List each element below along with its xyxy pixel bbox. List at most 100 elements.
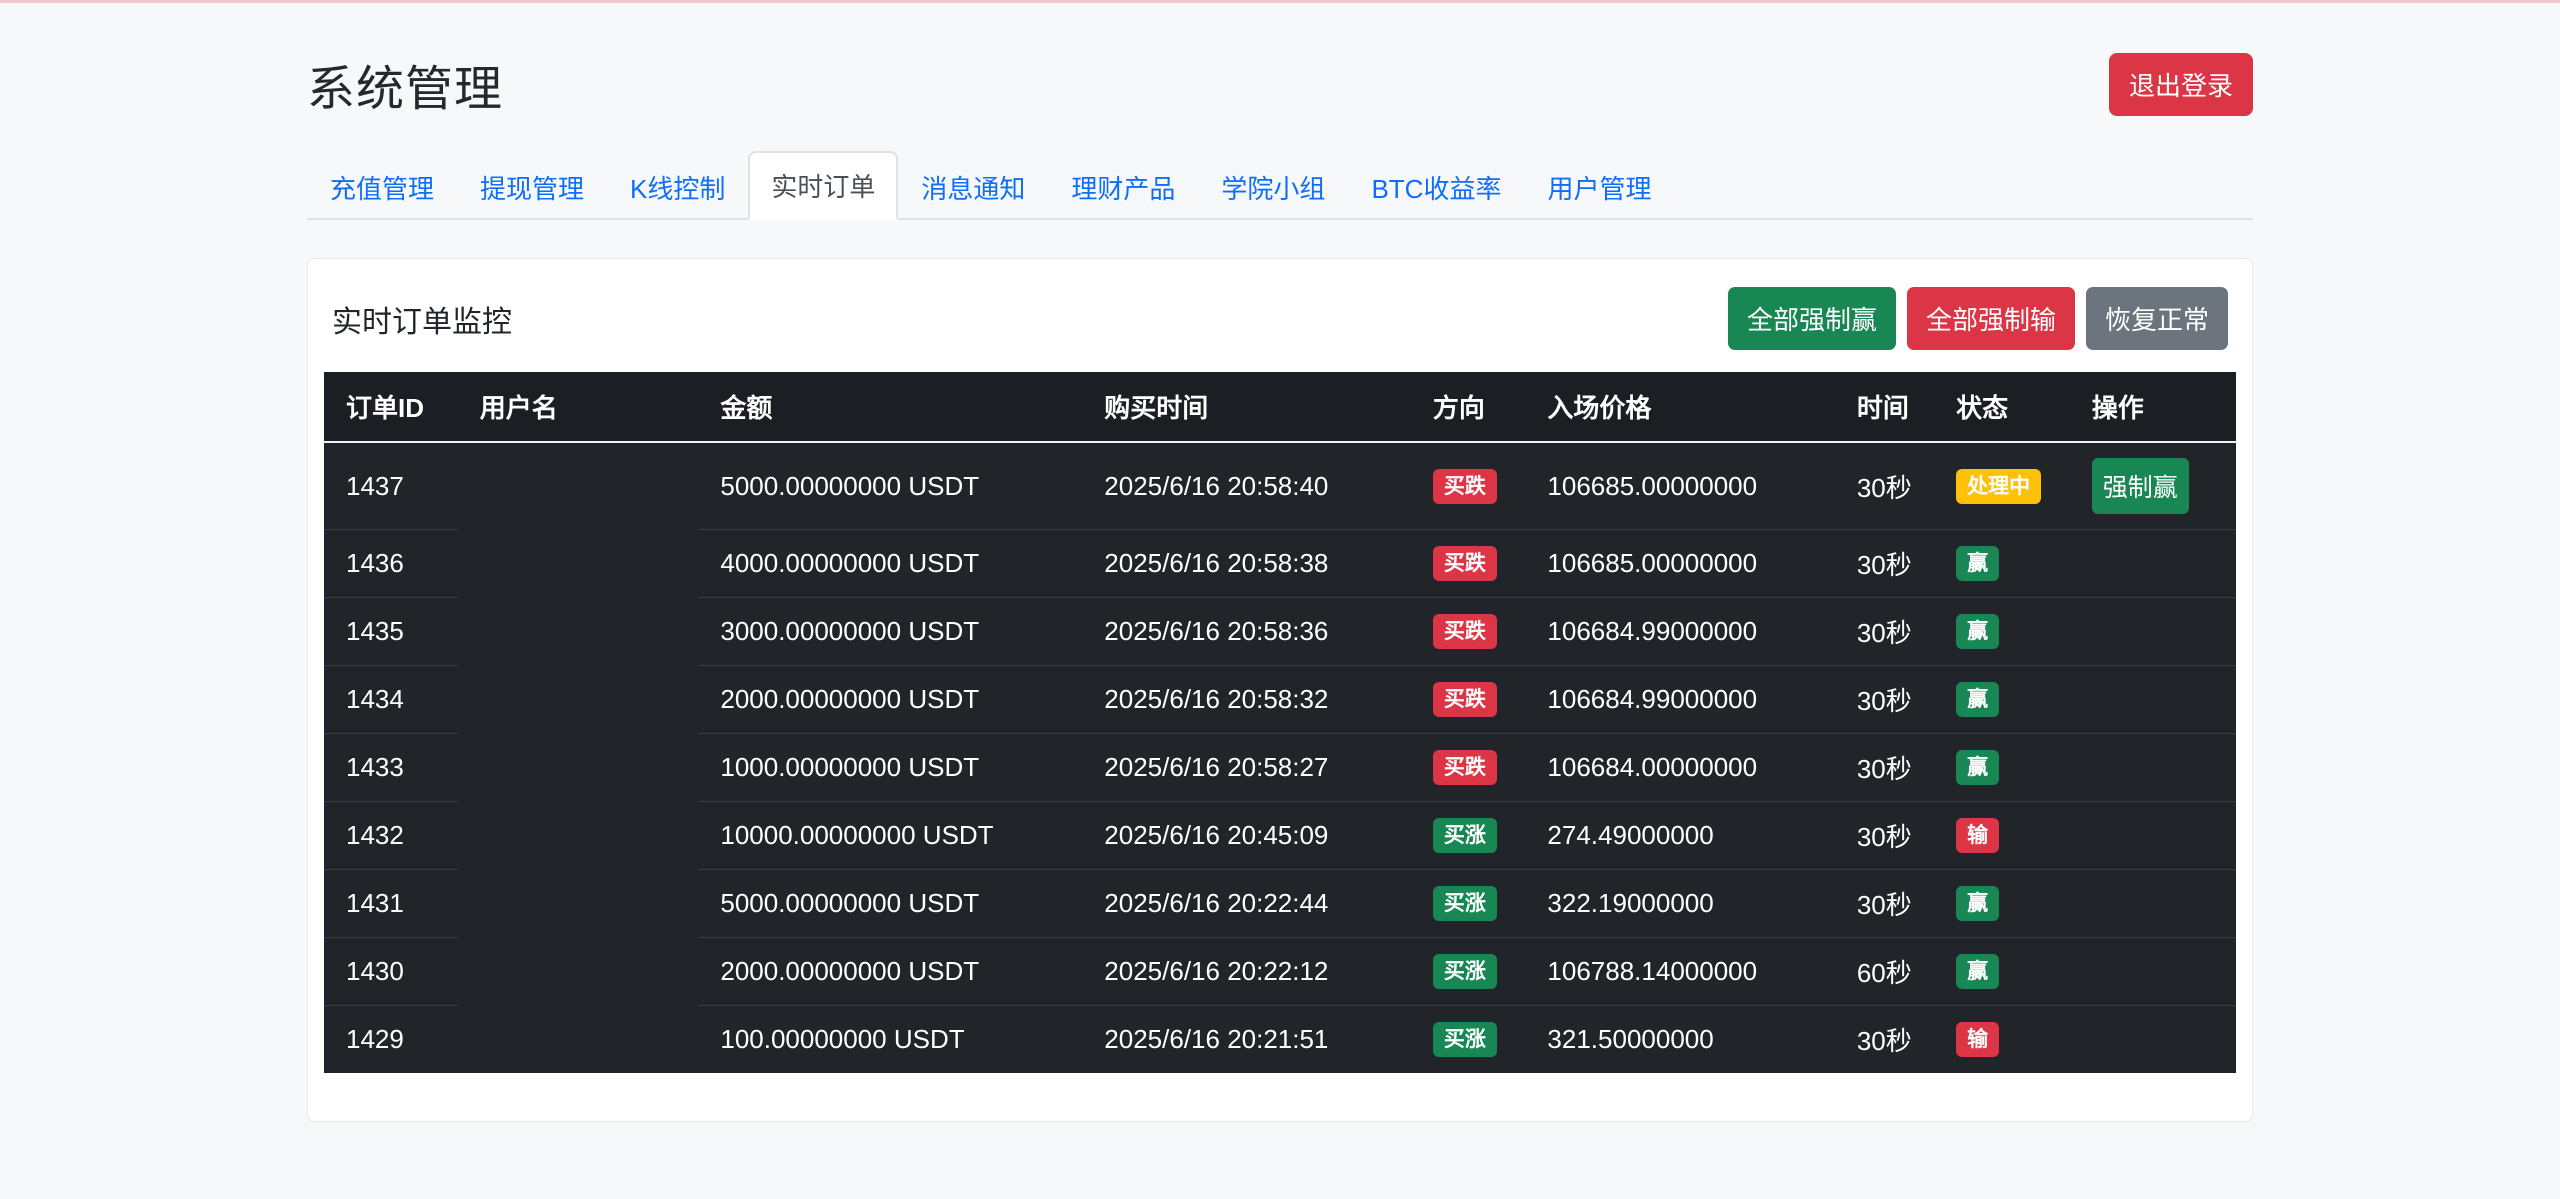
duration-cell: 30秒 <box>1856 472 1912 503</box>
direction-cell: 买跌 <box>1411 442 1526 530</box>
panel-actions: 全部强制赢 全部强制输 恢复正常 <box>1727 287 2228 350</box>
buy-time-cell: 2025/6/16 20:58:32 <box>1082 665 1411 734</box>
force-win-button[interactable]: 强制赢 <box>2091 458 2189 514</box>
panel-action-button-1[interactable]: 全部强制赢 <box>1727 287 1896 350</box>
username-cell <box>458 802 699 870</box>
duration-cell: 30秒 <box>1834 869 1935 938</box>
tab-2[interactable]: 提现管理 <box>457 153 607 220</box>
direction-cell: 买跌 <box>1410 665 1526 734</box>
tab-6[interactable]: 理财产品 <box>1048 153 1198 220</box>
username-cell <box>458 1006 699 1074</box>
action-cell <box>2069 529 2236 598</box>
direction-badge: 买跌 <box>1432 750 1497 785</box>
direction-badge: 买跌 <box>1432 546 1497 581</box>
status-badge: 赢 <box>1956 546 2000 581</box>
status-badge: 赢 <box>1956 750 2000 785</box>
entry-price-cell: 106684.99000000 <box>1525 665 1835 734</box>
entry-price-cell: 106684.00000000 <box>1525 733 1835 802</box>
duration-cell: 30秒 <box>1834 665 1935 734</box>
tab-5[interactable]: 消息通知 <box>898 153 1048 220</box>
direction-cell: 买跌 <box>1410 597 1526 666</box>
duration-cell: 30秒 <box>1834 801 1935 870</box>
column-header-6: 入场价格 <box>1525 372 1835 443</box>
direction-badge: 买涨 <box>1432 954 1497 989</box>
logout-button[interactable]: 退出登录 <box>2108 52 2253 116</box>
duration-cell: 60秒 <box>1834 937 1935 1006</box>
direction-badge: 买涨 <box>1432 1022 1497 1057</box>
username-cell <box>458 442 699 530</box>
page-title: 系统管理 <box>307 63 504 116</box>
entry-price-cell: 274.49000000 <box>1525 801 1835 870</box>
table-row: 1436 4000.00000000 USDT 2025/6/16 20:58:38… <box>324 529 2236 598</box>
buy-time-cell: 2025/6/16 20:58:36 <box>1082 597 1411 666</box>
amount-cell: 4000.00000000 USDT <box>698 529 1083 598</box>
amount-cell: 100.00000000 USDT <box>698 1005 1083 1073</box>
status-cell: 赢 <box>1934 733 2070 802</box>
username-cell <box>458 870 699 938</box>
tab-7[interactable]: 学院小组 <box>1198 153 1348 220</box>
amount-cell: 5000.00000000 USDT <box>698 869 1083 938</box>
tab-3[interactable]: K线控制 <box>607 153 748 220</box>
id-cell: 1431 <box>324 869 458 938</box>
direction-cell: 买涨 <box>1410 869 1526 938</box>
direction-cell: 买涨 <box>1410 1005 1526 1073</box>
buy-time-cell: 2025/6/16 20:21:51 <box>1082 1005 1411 1073</box>
column-header-7: 时间 <box>1834 372 1935 443</box>
panel-action-button-3[interactable]: 恢复正常 <box>2085 287 2228 350</box>
page-header: 系统管理 退出登录 <box>307 49 2253 119</box>
username-cell <box>458 598 699 666</box>
tab-9[interactable]: 用户管理 <box>1524 153 1674 220</box>
column-header-2: 用户名 <box>457 372 699 443</box>
entry-price-cell: 106788.14000000 <box>1525 937 1835 1006</box>
table-row: 1434 2000.00000000 USDT 2025/6/16 20:58:32… <box>324 665 2236 734</box>
status-cell: 赢 <box>1934 529 2070 598</box>
tab-1[interactable]: 充值管理 <box>307 153 457 220</box>
table-row: 1429 100.00000000 USDT 2025/6/16 20:21:51 买… <box>324 1005 2236 1074</box>
status-badge: 赢 <box>1956 886 2000 921</box>
entry-price-cell: 106685.00000000 <box>1525 529 1835 598</box>
amount-cell: 2000.00000000 USDT <box>698 937 1083 1006</box>
panel-action-button-2[interactable]: 全部强制输 <box>1906 287 2075 350</box>
amount-cell: 5000.00000000 USDT <box>720 470 980 501</box>
column-header-8: 状态 <box>1934 372 2070 443</box>
panel-header: 实时订单监控 全部强制赢 全部强制输 恢复正常 <box>324 275 2236 350</box>
direction-badge: 买涨 <box>1432 886 1497 921</box>
column-header-3: 金额 <box>698 372 1083 443</box>
table-row: 1433 1000.00000000 USDT 2025/6/16 20:58:27… <box>324 733 2236 802</box>
status-badge: 赢 <box>1956 682 2000 717</box>
direction-cell: 买涨 <box>1410 801 1526 870</box>
username-cell <box>458 666 699 734</box>
username-cell <box>458 938 699 1006</box>
column-header-1: 订单ID <box>324 372 458 443</box>
action-cell <box>2069 665 2236 734</box>
tab-8[interactable]: BTC收益率 <box>1348 153 1524 220</box>
id-cell: 1437 <box>346 470 404 501</box>
buy-time-cell: 2025/6/16 20:58:27 <box>1082 733 1411 802</box>
direction-badge: 买涨 <box>1432 818 1497 853</box>
amount-cell: 10000.00000000 USDT <box>698 801 1083 870</box>
duration-cell: 30秒 <box>1834 733 1935 802</box>
buy-time-cell: 2025/6/16 20:22:44 <box>1082 869 1411 938</box>
main-container: 系统管理 退出登录 充值管理 提现管理 K线控制 实时订单 消息通知 理财产品 学院小组 BT… <box>307 49 2253 1122</box>
entry-price-cell: 106685.00000000 <box>1547 470 1758 501</box>
action-cell <box>2069 869 2236 938</box>
direction-cell: 买涨 <box>1410 937 1526 1006</box>
status-badge: 赢 <box>1956 614 2000 649</box>
amount-cell: 3000.00000000 USDT <box>698 597 1083 666</box>
id-cell: 1432 <box>324 801 458 870</box>
tab-4[interactable]: 实时订单 <box>748 151 899 220</box>
username-cell <box>458 734 699 802</box>
amount-cell: 1000.00000000 USDT <box>698 733 1083 802</box>
direction-badge: 买跌 <box>1432 682 1497 717</box>
table-row: 1432 10000.00000000 USDT 2025/6/16 20:45:0… <box>324 801 2236 870</box>
orders-table: 订单ID 用户名 金额 购买时间 方向 入场价格 时间 状态 操作 1437 5000.00000… <box>324 372 2236 1073</box>
table-row: 1430 2000.00000000 USDT 2025/6/16 20:22:12… <box>324 937 2236 1006</box>
id-cell: 1430 <box>324 937 458 1006</box>
direction-badge: 买跌 <box>1432 614 1497 649</box>
action-cell <box>2069 597 2236 666</box>
duration-cell: 30秒 <box>1834 597 1935 666</box>
username-cell <box>458 530 699 598</box>
orders-table-body: 1437 5000.00000000 USDT 2025/6/16 20:58:40… <box>324 442 2236 1073</box>
buy-time-cell: 2025/6/16 20:58:38 <box>1082 529 1411 598</box>
buy-time-cell: 2025/6/16 20:58:40 <box>1104 470 1329 501</box>
